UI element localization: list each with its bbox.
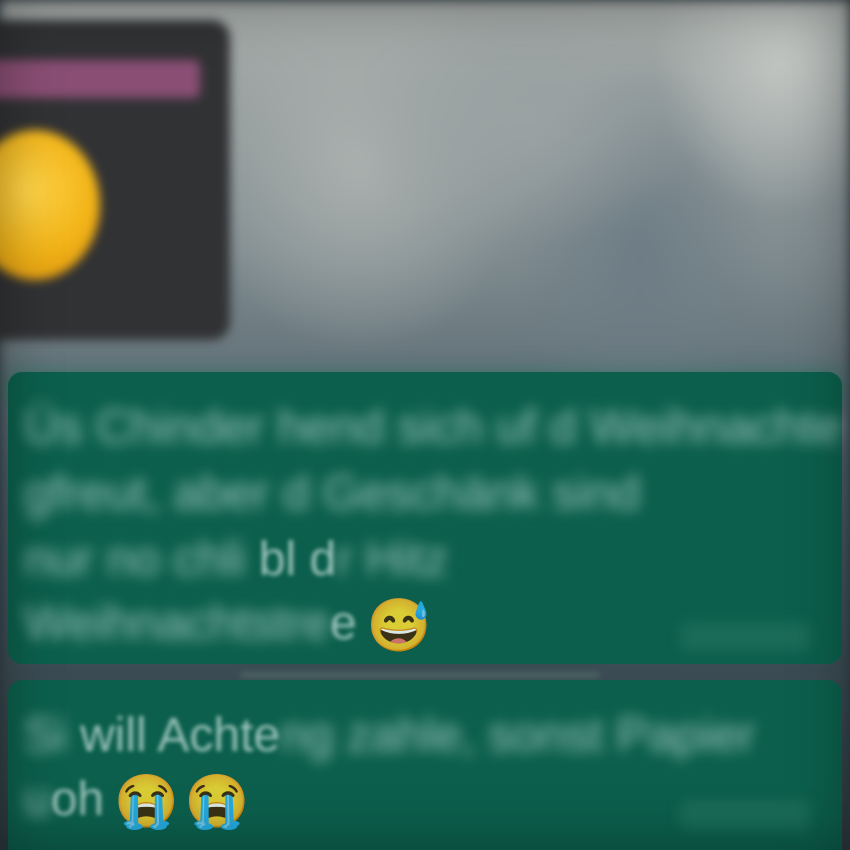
message-line: gfreut, aber d Geschänk sind xyxy=(24,467,641,520)
loudly-crying-emoji-icon: 😭 xyxy=(114,773,179,832)
loudly-crying-emoji-icon: 😭 xyxy=(184,773,250,832)
message-text: e xyxy=(329,597,357,650)
message-text-blurred: r Hitz xyxy=(336,533,449,586)
message-line: Weihnachtstree 😅 xyxy=(24,596,431,654)
image-header-bar xyxy=(0,60,200,98)
message-timestamp xyxy=(680,622,810,652)
message-line: uoh 😭 😭 xyxy=(24,772,250,830)
message-line: nur no chli bl dr Hitz xyxy=(24,532,448,588)
message-text: bl d xyxy=(258,533,337,586)
message-text-blurred: u xyxy=(24,773,51,826)
bubble-divider xyxy=(240,672,600,678)
shared-image-card[interactable] xyxy=(0,20,230,340)
message-line: Si will Achteng zahle, sonst Papier xyxy=(24,708,755,764)
message-text-blurred: ng zahle, sonst Papier xyxy=(280,709,756,762)
sun-emoji-icon xyxy=(0,130,100,280)
message-timestamp xyxy=(680,800,810,830)
grinning-sweat-emoji-icon: 😅 xyxy=(366,597,432,656)
message-line: Üs Chinder hend sich uf d Weihnachte xyxy=(24,401,843,454)
message-text-blurred: Si xyxy=(24,709,81,762)
message-text-blurred: nur no chli xyxy=(24,533,259,586)
message-text-blurred: Weihnachtstre xyxy=(24,597,330,650)
message-text: will Achte xyxy=(80,709,281,762)
message-text: oh xyxy=(50,773,105,826)
